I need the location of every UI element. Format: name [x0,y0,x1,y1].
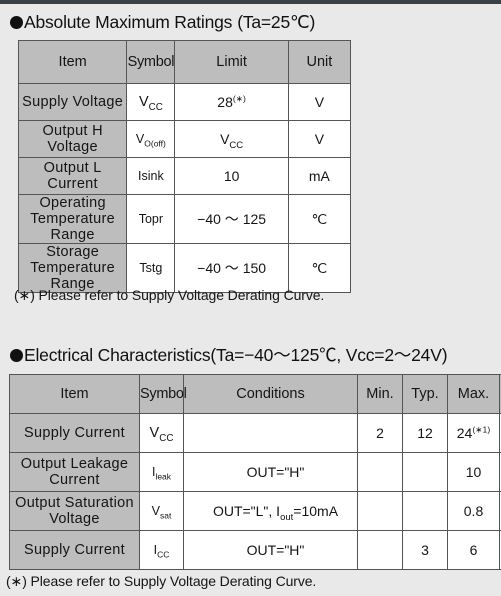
symbol-subscript: O(off) [144,138,166,149]
row-item-label: Supply Current [9,413,140,453]
datasheet-page: Absolute Maximum Ratings (Ta=25℃) Item Sy… [0,4,501,596]
row-item-label: Output L Current [17,157,128,195]
max-value: 24 [456,425,473,441]
row-item-label: Supply Voltage [17,83,128,121]
symbol-subscript: leak [155,471,172,482]
row-symbol: VCC [126,83,176,121]
row-typ [402,452,448,492]
row-item-label: Output Saturation Voltage [9,491,140,531]
table-row: Output Saturation Voltage Vsat OUT="L", … [9,491,501,531]
row-typ: 12 [402,413,448,453]
section2-title: Electrical Characteristics [24,345,211,365]
limit-value: 28 [217,94,233,110]
section-heading-absolute-maximum-ratings: Absolute Maximum Ratings (Ta=25℃) [10,12,315,32]
row-limit: −40 ～ 125 [174,194,289,244]
column-header-conditions: Conditions [183,374,358,414]
row-conditions: OUT="L", Iout=10mA [183,491,358,531]
bullet-icon [10,16,23,29]
symbol-base: V [138,94,149,110]
table-row: Storage Temperature Range Tstg −40 ～ 150… [17,243,352,293]
row-min [357,452,403,492]
row-conditions: OUT="H" [183,452,358,492]
row-conditions [183,413,358,453]
row-symbol: Isink [126,157,176,195]
table-row: Operating Temperature Range Topr −40 ～ 1… [17,194,352,244]
table-header-row: Item Symbol Limit Unit [17,40,352,84]
row-symbol: Topr [126,194,176,244]
column-header-unit: Unit [287,40,352,84]
row-unit: mA [287,157,352,195]
row-item-label: Supply Current [9,530,140,570]
conditions-subscript: out [280,511,294,523]
column-header-item: Item [17,40,128,84]
row-symbol: Tstg [126,243,176,293]
row-max: 24(∗1) [447,413,500,453]
row-unit: V [287,120,352,158]
row-typ: 3 [402,530,448,570]
column-header-item: Item [9,374,140,414]
bullet-icon [10,349,23,362]
column-header-limit: Limit [174,40,289,84]
row-symbol: Vsat [139,491,184,531]
column-header-max: Max. [447,374,500,414]
row-symbol: VO(off) [126,120,176,158]
row-unit: ℃ [287,194,352,244]
row-symbol: ICC [139,530,184,570]
limit-value: V [220,131,230,147]
column-header-typ: Typ. [402,374,448,414]
symbol-base: V [135,132,145,146]
table-row: Supply Current VCC 2 12 24(∗1) V [9,413,501,453]
table-row: Output Leakage Current Ileak OUT="H" 10 … [9,452,501,492]
row-min: 2 [357,413,403,453]
row-min [357,491,403,531]
row-item-label: Output Leakage Current [9,452,140,492]
conditions-suffix: =10mA [293,503,339,519]
table-row: Supply Current ICC OUT="H" 3 6 mA [9,530,501,570]
row-item-label: Output H Voltage [17,120,128,158]
column-header-symbol: Symbol [126,40,176,84]
row-item-label: Storage Temperature Range [17,243,128,293]
symbol-subscript: CC [157,549,170,560]
table-header-row: Item Symbol Conditions Min. Typ. Max. Un… [9,374,501,414]
symbol-subscript: sat [160,510,172,521]
row-max: 0.8 [447,491,500,531]
row-limit: VCC [174,120,289,158]
limit-subscript: CC [229,139,244,151]
row-item-label: Operating Temperature Range [17,194,128,244]
symbol-base: V [151,504,160,518]
symbol-subscript: CC [159,432,174,444]
section1-footnote: (∗) Please refer to Supply Voltage Derat… [14,287,325,303]
section1-condition: (Ta=25℃) [237,12,316,32]
row-max: 10 [447,452,500,492]
absolute-maximum-ratings-table: Item Symbol Limit Unit Supply Voltage VC… [17,40,352,293]
max-value: 10 [465,464,482,480]
row-min [357,530,403,570]
column-header-min: Min. [357,374,403,414]
symbol-base: V [149,425,160,441]
section-heading-electrical-characteristics: Electrical Characteristics(Ta=−40～125℃, … [10,345,448,365]
section1-title: Absolute Maximum Ratings [24,12,233,32]
symbol-subscript: CC [148,101,163,113]
row-limit: −40 ～ 150 [174,243,289,293]
conditions-prefix: OUT="L", I [212,503,281,519]
limit-footnote-marker: (∗) [232,93,246,104]
row-unit: V [287,83,352,121]
row-typ [402,491,448,531]
row-symbol: Ileak [139,452,184,492]
max-footnote-marker: (∗1) [472,424,491,435]
table-row: Output L Current Isink 10 mA [17,157,352,195]
row-unit: ℃ [287,243,352,293]
electrical-characteristics-table: Item Symbol Conditions Min. Typ. Max. Un… [9,374,501,570]
row-conditions: OUT="H" [183,530,358,570]
column-header-symbol: Symbol [139,374,187,414]
table-row: Output H Voltage VO(off) VCC V [17,120,352,158]
section2-condition: (Ta=−40～125℃, Vcc=2～24V) [210,345,448,365]
section2-footnote: (∗) Please refer to Supply Voltage Derat… [6,573,317,589]
row-limit: 28(∗) [174,83,289,121]
table-row: Supply Voltage VCC 28(∗) V [17,83,352,121]
row-symbol: VCC [139,413,184,453]
row-max: 6 [447,530,500,570]
row-limit: 10 [174,157,289,195]
